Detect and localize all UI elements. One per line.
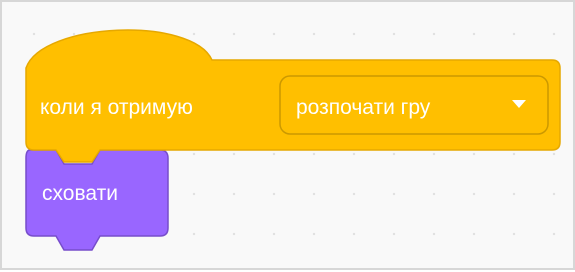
hide-block[interactable]: сховати bbox=[25, 149, 169, 251]
broadcast-dropdown[interactable]: розпочати гру bbox=[279, 75, 549, 135]
when-i-receive-block[interactable]: коли я отримую розпочати гру bbox=[25, 29, 561, 163]
when-i-receive-label: коли я отримую bbox=[40, 96, 193, 119]
scripts-workspace[interactable]: сховати коли я отримую розпочати гру bbox=[0, 0, 575, 270]
blocks-canvas: сховати коли я отримую розпочати гру bbox=[25, 29, 561, 251]
broadcast-dropdown-value: розпочати гру bbox=[296, 96, 431, 119]
hide-block-label: сховати bbox=[42, 182, 118, 205]
